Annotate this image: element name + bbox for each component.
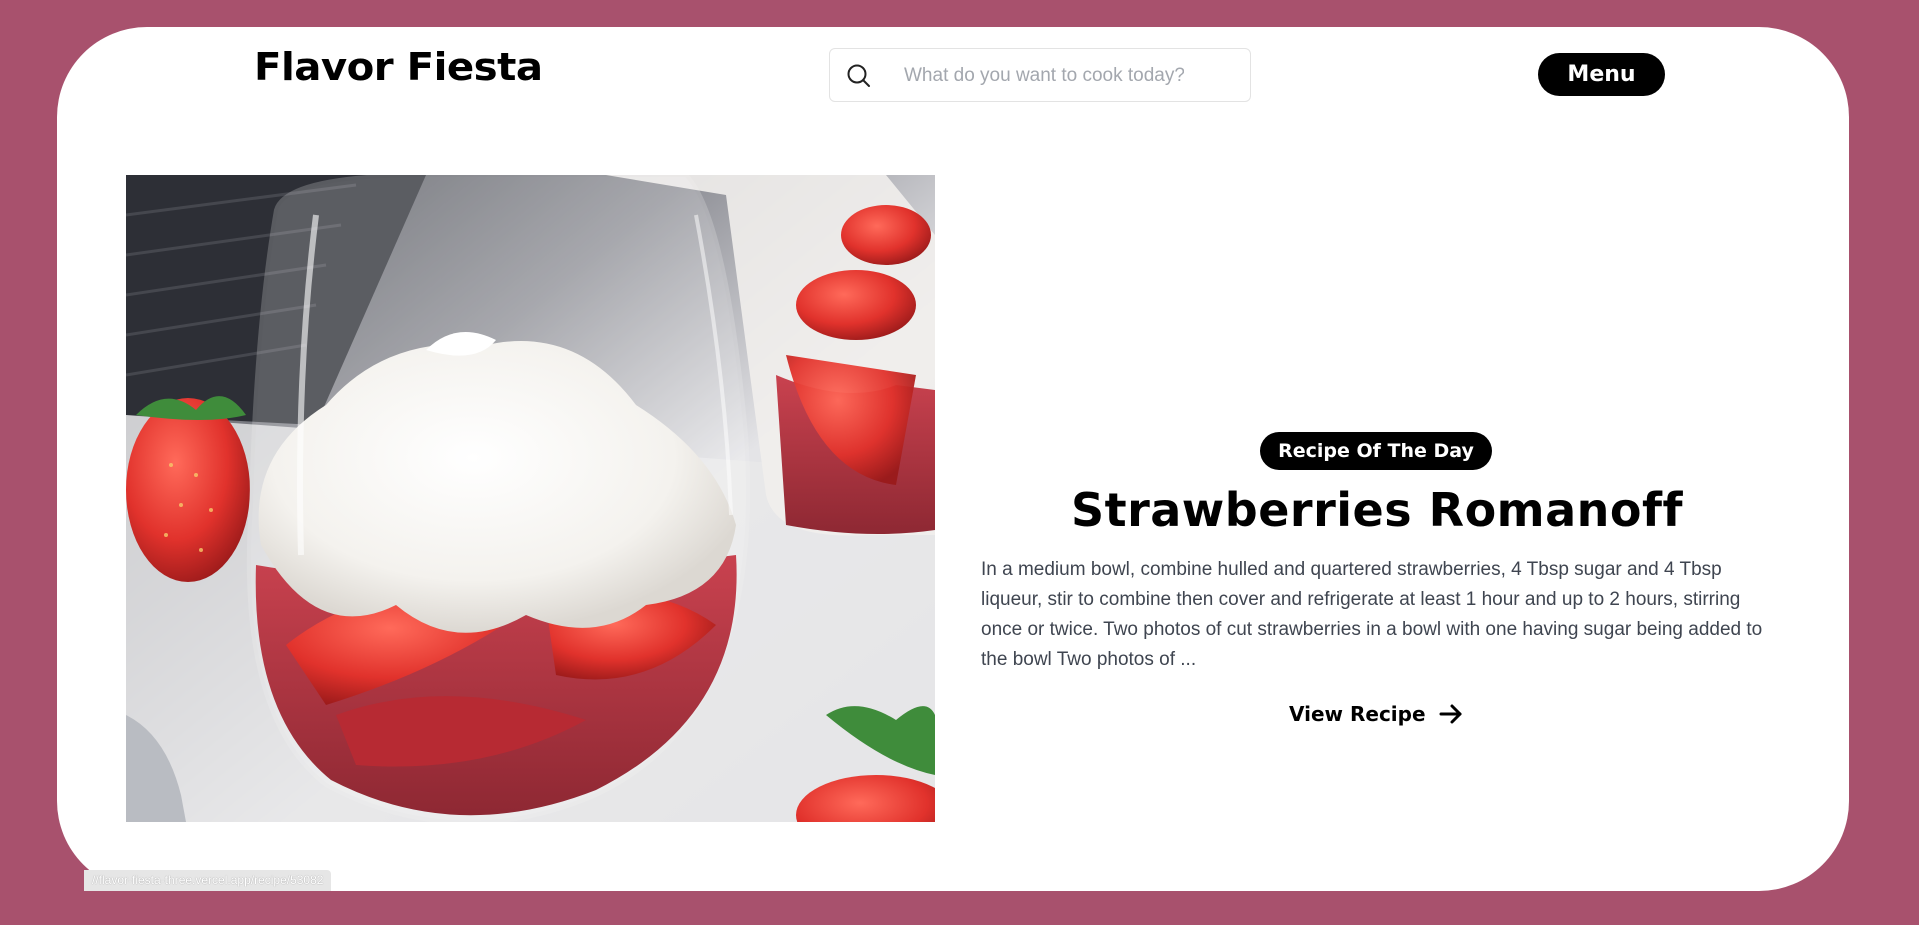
search-bar[interactable]: [829, 48, 1251, 102]
menu-button[interactable]: Menu: [1538, 53, 1665, 96]
recipe-description: In a medium bowl, combine hulled and qua…: [981, 559, 1763, 670]
recipe-of-the-day-badge: Recipe Of The Day: [1260, 432, 1492, 470]
page-card: Flavor Fiesta Menu: [57, 27, 1849, 891]
status-bar-url: //flavor-fiesta-three.vercel.app/recipe/…: [84, 870, 332, 891]
search-icon: [847, 64, 870, 87]
recipe-title: Strawberries Romanoff: [1070, 483, 1684, 537]
arrow-right-icon: [1439, 704, 1462, 724]
strawberries-romanoff-photo: [126, 175, 935, 822]
recipe-image[interactable]: [126, 175, 935, 822]
search-input[interactable]: [904, 61, 1184, 91]
view-recipe-label: View Recipe: [1289, 702, 1426, 726]
site-logo[interactable]: Flavor Fiesta: [254, 45, 543, 89]
view-recipe-link[interactable]: View Recipe: [1289, 697, 1466, 731]
